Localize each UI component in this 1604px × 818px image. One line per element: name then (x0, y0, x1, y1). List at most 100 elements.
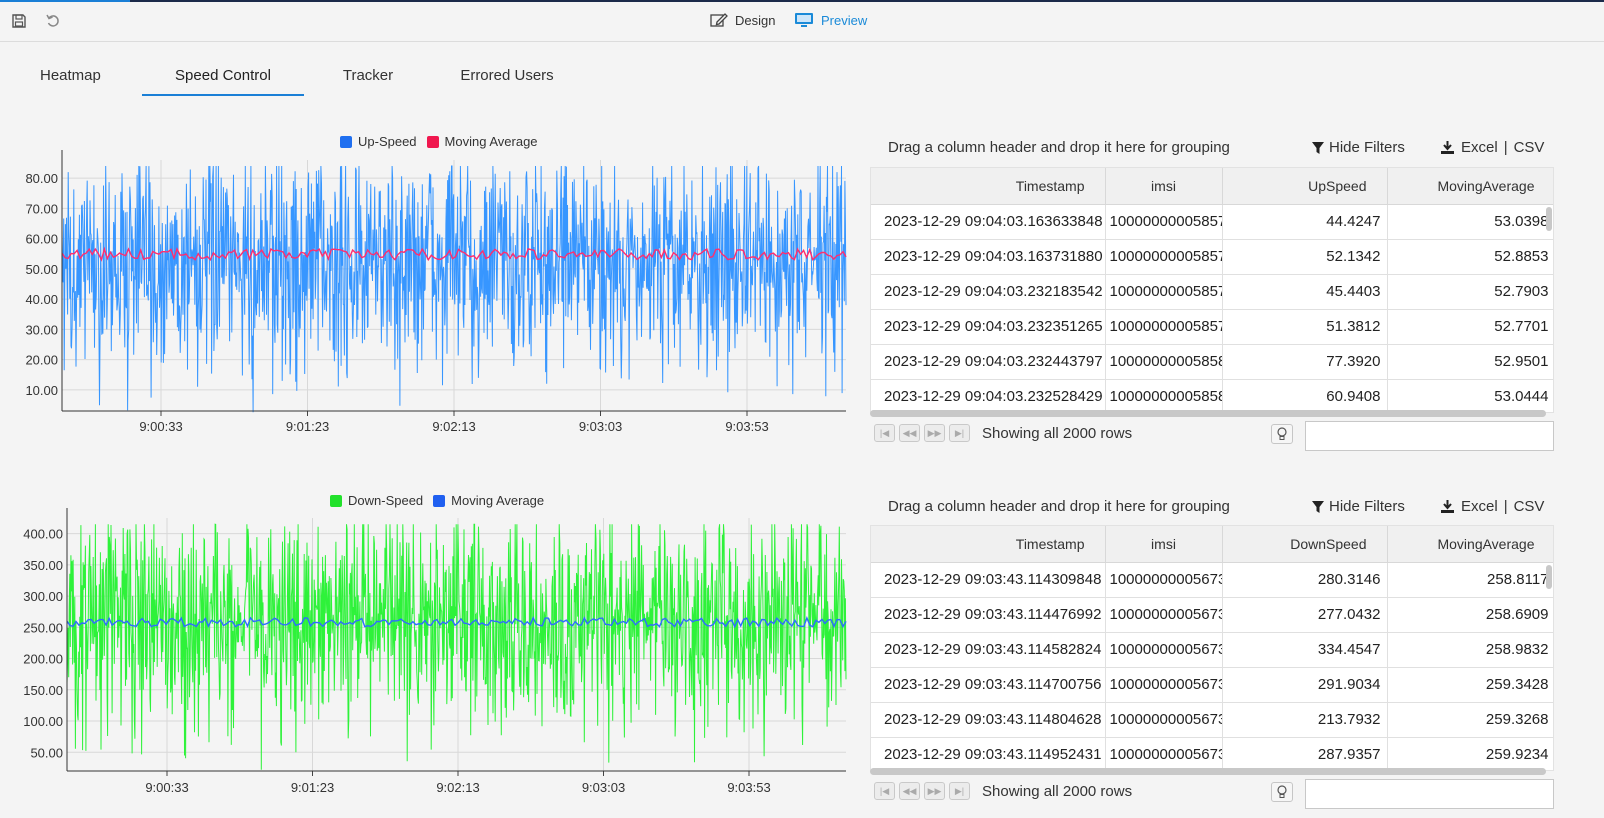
table-row[interactable]: 2023-12-29 09:04:03.232183542 10000000005… (871, 274, 1553, 310)
cell-timestamp: 2023-12-29 09:03:43.114476992 (871, 597, 1106, 633)
row-count-status: Showing all 2000 rows (982, 782, 1133, 800)
tab-label: Heatmap (40, 67, 101, 84)
column-header-imsi[interactable]: imsi (1105, 168, 1223, 205)
group-drop-zone[interactable]: Drag a column header and drop it here fo… (888, 498, 1230, 515)
table-row[interactable]: 2023-12-29 09:04:03.163731880 10000000005… (871, 239, 1553, 275)
cell-imsi: 10000000005857 (1105, 239, 1223, 275)
table-row[interactable]: 2023-12-29 09:04:03.232443797 10000000005… (871, 344, 1553, 380)
csv-export-button[interactable]: CSV (1514, 139, 1545, 156)
quick-filter-input[interactable] (1305, 421, 1554, 451)
y-tick-label: 40.00 (25, 292, 58, 307)
grid-pager: |◀ ◀◀ ▶▶ ▶| Showing all 2000 rows (874, 424, 1132, 442)
table-row[interactable]: 2023-12-29 09:04:03.232351265 10000000005… (871, 309, 1553, 345)
cell-timestamp: 2023-12-29 09:04:03.232528429 (871, 379, 1106, 412)
cell-movingaverage: 258.8117 (1387, 562, 1553, 598)
table-row[interactable]: 2023-12-29 09:03:43.114309848 10000000005… (871, 562, 1553, 598)
table-row[interactable]: 2023-12-29 09:03:43.114700756 10000000005… (871, 667, 1553, 703)
x-tick-label: 9:01:23 (291, 780, 334, 795)
y-tick-label: 350.00 (23, 558, 63, 573)
cell-downspeed: 213.7932 (1222, 702, 1388, 738)
legend-swatch (433, 494, 446, 507)
column-header-downspeed[interactable]: DownSpeed (1222, 526, 1388, 563)
table-row[interactable]: 2023-12-29 09:04:03.163633848 10000000005… (871, 204, 1553, 240)
legend-label: Up-Speed (358, 134, 417, 149)
column-header-timestamp[interactable]: Timestamp (871, 168, 1106, 205)
x-tick-label: 9:03:53 (725, 419, 768, 434)
download-icon (1441, 499, 1454, 513)
legend-label: Moving Average (451, 493, 545, 508)
cell-movingaverage: 258.6909 (1387, 597, 1553, 633)
lightbulb-icon[interactable] (1271, 424, 1293, 444)
top-accent-bar (0, 0, 1604, 2)
column-header-movingaverage[interactable]: MovingAverage (1387, 168, 1553, 205)
table-row[interactable]: 2023-12-29 09:03:43.114952431 10000000005… (871, 737, 1553, 770)
last-page-button[interactable]: ▶| (949, 782, 970, 800)
cell-timestamp: 2023-12-29 09:04:03.163633848 (871, 204, 1106, 240)
column-header-timestamp[interactable]: Timestamp (871, 526, 1106, 563)
tab-bar: Heatmap Speed Control Tracker Errored Us… (20, 62, 592, 96)
hide-filters-button[interactable]: Hide Filters (1312, 498, 1405, 515)
quick-filter-input[interactable] (1305, 779, 1554, 809)
column-header-upspeed[interactable]: UpSpeed (1222, 168, 1388, 205)
cell-upspeed: 44.4247 (1222, 204, 1388, 240)
row-count-status: Showing all 2000 rows (982, 424, 1133, 442)
top-toolbar: Design Preview (0, 0, 1604, 42)
cell-imsi: 10000000005673 (1105, 597, 1223, 633)
upspeed-data-grid: Timestamp imsi UpSpeed MovingAverage 202… (870, 167, 1554, 413)
cell-downspeed: 280.3146 (1222, 562, 1388, 598)
table-row[interactable]: 2023-12-29 09:04:03.232528429 10000000005… (871, 379, 1553, 412)
cell-movingaverage: 52.8853 (1387, 239, 1553, 275)
last-page-button[interactable]: ▶| (949, 424, 970, 442)
column-header-imsi[interactable]: imsi (1105, 526, 1223, 563)
preview-mode-button[interactable]: Preview (794, 12, 867, 28)
cell-timestamp: 2023-12-29 09:04:03.232443797 (871, 344, 1106, 380)
lightbulb-icon[interactable] (1271, 782, 1293, 802)
csv-export-button[interactable]: CSV (1514, 498, 1545, 515)
export-group: Excel | CSV (1440, 498, 1544, 515)
y-tick-label: 250.00 (23, 620, 63, 635)
cell-movingaverage: 52.7903 (1387, 274, 1553, 310)
group-drop-zone[interactable]: Drag a column header and drop it here fo… (888, 139, 1230, 156)
y-tick-label: 50.00 (25, 262, 58, 277)
y-tick-label: 50.00 (30, 745, 63, 760)
filter-icon (1312, 141, 1324, 154)
hide-filters-button[interactable]: Hide Filters (1312, 139, 1405, 156)
tab-errored-users[interactable]: Errored Users (432, 62, 582, 96)
y-tick-label: 150.00 (23, 683, 63, 698)
table-row[interactable]: 2023-12-29 09:03:43.114804628 10000000005… (871, 702, 1553, 738)
first-page-button[interactable]: |◀ (874, 782, 895, 800)
horizontal-scrollbar[interactable] (870, 768, 1546, 775)
grid-toolbar: Drag a column header and drop it here fo… (870, 493, 1570, 521)
upspeed-chart: 10.00 20.00 30.00 40.00 50.00 60.00 70.00 80.00… (25, 150, 847, 434)
prev-page-button[interactable]: ◀◀ (899, 424, 920, 442)
next-page-button[interactable]: ▶▶ (924, 782, 945, 800)
vertical-scrollbar[interactable] (1546, 565, 1552, 589)
column-header-movingaverage[interactable]: MovingAverage (1387, 526, 1553, 563)
tab-tracker[interactable]: Tracker (314, 62, 422, 96)
cell-timestamp: 2023-12-29 09:04:03.163731880 (871, 239, 1106, 275)
horizontal-scrollbar[interactable] (870, 410, 1546, 417)
next-page-button[interactable]: ▶▶ (924, 424, 945, 442)
table-row[interactable]: 2023-12-29 09:03:43.114582824 10000000005… (871, 632, 1553, 668)
downspeed-chart-legend: Down-Speed Moving Average (330, 493, 544, 508)
x-tick-label: 9:01:23 (286, 419, 329, 434)
design-mode-button[interactable]: Design (710, 12, 775, 28)
cell-movingaverage: 259.3428 (1387, 667, 1553, 703)
legend-swatch (426, 135, 439, 148)
tab-label: Speed Control (175, 67, 271, 84)
excel-export-button[interactable]: Excel (1461, 139, 1498, 156)
tab-speed-control[interactable]: Speed Control (142, 62, 304, 96)
cell-upspeed: 77.3920 (1222, 344, 1388, 380)
table-row[interactable]: 2023-12-29 09:03:43.114476992 10000000005… (871, 597, 1553, 633)
excel-export-button[interactable]: Excel (1461, 498, 1498, 515)
cell-movingaverage: 52.9501 (1387, 344, 1553, 380)
vertical-scrollbar[interactable] (1546, 207, 1552, 231)
cell-timestamp: 2023-12-29 09:03:43.114804628 (871, 702, 1106, 738)
prev-page-button[interactable]: ◀◀ (899, 782, 920, 800)
tab-heatmap[interactable]: Heatmap (20, 62, 132, 96)
cell-imsi: 10000000005673 (1105, 667, 1223, 703)
cell-timestamp: 2023-12-29 09:03:43.114700756 (871, 667, 1106, 703)
undo-icon[interactable] (43, 11, 63, 31)
first-page-button[interactable]: |◀ (874, 424, 895, 442)
save-icon[interactable] (9, 11, 29, 31)
